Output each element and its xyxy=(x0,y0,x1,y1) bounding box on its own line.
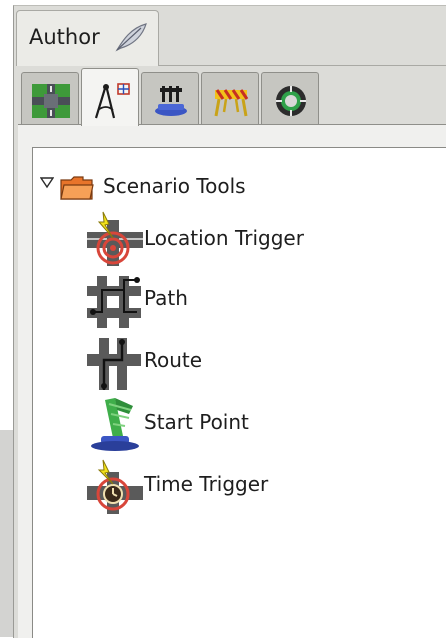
road-grid-icon xyxy=(32,84,70,118)
tab-author-tools[interactable] xyxy=(81,68,139,126)
feather-icon xyxy=(115,23,147,52)
tree-item-label: Route xyxy=(144,348,203,372)
tab-author[interactable]: Author xyxy=(16,10,159,66)
expand-triangle-icon[interactable] xyxy=(40,176,54,190)
author-tab-label: Author xyxy=(29,25,100,49)
tab-help[interactable] xyxy=(261,72,319,126)
location-trigger-icon xyxy=(87,211,143,266)
tree-item-label: Time Trigger xyxy=(144,472,269,496)
tree-item-label: Location Trigger xyxy=(144,226,304,250)
drafting-compass-icon xyxy=(94,83,130,119)
vehicle-barrier-icon xyxy=(155,86,187,116)
time-trigger-icon xyxy=(87,459,143,514)
tab-road-network[interactable] xyxy=(21,72,79,126)
start-point-icon xyxy=(91,398,139,451)
folder-icon xyxy=(60,176,94,200)
tab-infrastructure[interactable] xyxy=(201,72,259,126)
route-icon xyxy=(87,338,141,390)
tree-item-label: Path xyxy=(144,286,188,310)
author-panel: Author Scenario Tools Location Trigger P… xyxy=(13,5,446,638)
tool-panel: Scenario Tools Location Trigger Path Rou… xyxy=(18,124,446,638)
tab-vehicles[interactable] xyxy=(141,72,199,126)
construction-barrier-icon xyxy=(214,89,249,117)
tree-item-label: Start Point xyxy=(144,410,249,434)
tire-lifesaver-icon xyxy=(276,86,306,116)
tabstrip-divider xyxy=(159,65,446,66)
tree-root-label[interactable]: Scenario Tools xyxy=(103,174,246,198)
scenario-tree: Scenario Tools Location Trigger Path Rou… xyxy=(32,147,446,638)
path-icon xyxy=(87,276,141,328)
